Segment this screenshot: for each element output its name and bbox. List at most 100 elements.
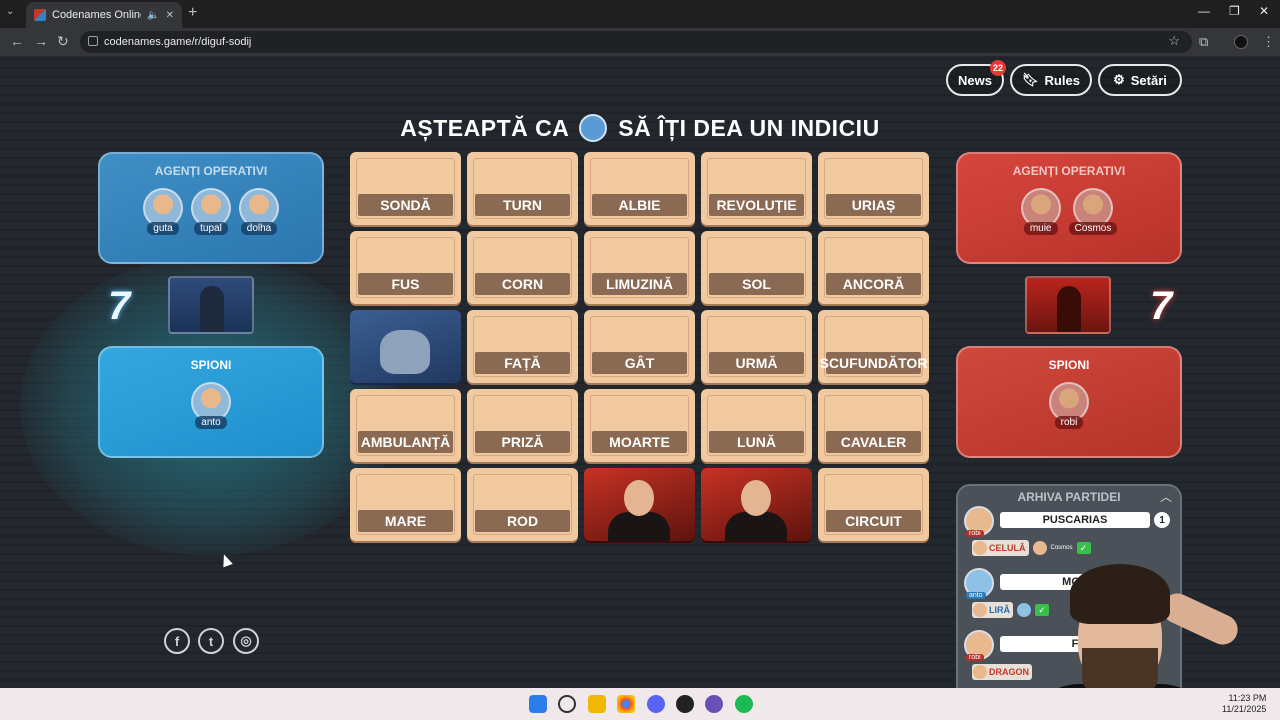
bookmark-star-icon[interactable]: ☆ <box>1168 33 1180 49</box>
twitter-icon[interactable]: t <box>198 628 224 654</box>
word-card[interactable]: CIRCUIT <box>818 468 929 541</box>
card-word: SCUFUNDĂTOR <box>820 352 927 374</box>
word-card[interactable]: URMĂ <box>701 310 812 383</box>
red-operatives-panel[interactable]: AGENȚI OPERATIVI muie Cosmos <box>956 152 1182 264</box>
browser-tabbar: ⌄ Codenames Online 🔈 ✕ + — ❐ ✕ <box>0 0 1280 28</box>
word-card[interactable]: FUS <box>350 231 461 304</box>
facebook-icon[interactable]: f <box>164 628 190 654</box>
file-explorer-icon[interactable] <box>588 695 606 713</box>
system-clock[interactable]: 11:23 PM 11/21/2025 <box>1222 693 1266 715</box>
word-card[interactable]: URIAȘ <box>818 152 929 225</box>
player-name: tupal <box>194 222 228 235</box>
news-label: News <box>958 72 992 88</box>
rules-label: Rules <box>1044 72 1080 88</box>
player-guta[interactable]: guta <box>143 188 183 235</box>
red-agent-head <box>624 480 654 516</box>
site-info-icon[interactable] <box>88 36 98 46</box>
url-field[interactable]: codenames.game/r/diguf-sodij ☆ <box>80 31 1192 53</box>
word-card[interactable]: GÂT <box>584 310 695 383</box>
red-agent-card <box>1025 276 1111 334</box>
word-card[interactable]: PRIZĂ <box>467 389 578 462</box>
word-card[interactable]: SCUFUNDĂTOR <box>818 310 929 383</box>
news-button[interactable]: News 22 <box>946 60 1006 96</box>
red-agent-body <box>608 512 670 541</box>
start-icon[interactable] <box>529 695 547 713</box>
player-robi[interactable]: robi <box>1049 382 1089 429</box>
new-tab-icon[interactable]: + <box>188 4 197 22</box>
word-card[interactable]: FAȚĂ <box>467 310 578 383</box>
reload-icon[interactable]: ↻ <box>57 33 69 50</box>
word-card[interactable]: SOL <box>701 231 812 304</box>
word-card[interactable]: REVOLUȚIE <box>701 152 812 225</box>
extensions-icon[interactable]: ⧉ <box>1199 34 1208 50</box>
clue-giver-name: anto <box>966 592 986 599</box>
tab-search-icon[interactable]: ⌄ <box>6 6 14 17</box>
card-word: PRIZĂ <box>475 431 570 453</box>
menu-icon[interactable]: ⋮ <box>1262 34 1275 50</box>
maximize-icon[interactable]: ❐ <box>1229 4 1240 18</box>
rules-button[interactable]: 🔖︎ Rules <box>1010 64 1092 96</box>
favicon-icon <box>34 9 46 21</box>
word-card[interactable]: ROD <box>467 468 578 541</box>
clock-time: 11:23 PM <box>1228 693 1267 703</box>
back-icon[interactable]: ← <box>10 33 24 49</box>
instagram-icon[interactable]: ◎ <box>233 628 259 654</box>
chrome-icon[interactable] <box>617 695 635 713</box>
profile-avatar[interactable] <box>1234 35 1248 49</box>
blue-agent-illustration <box>380 330 430 374</box>
headline-text-after: SĂ ÎȚI DEA UN INDICIU <box>618 115 880 141</box>
webcam-overlay <box>1010 564 1250 688</box>
player-dolha[interactable]: dolha <box>239 188 279 235</box>
card-word: SOL <box>709 273 804 295</box>
clue-giver-name: robi <box>966 530 984 537</box>
browser-tab[interactable]: Codenames Online 🔈 ✕ <box>26 2 182 28</box>
app-icon[interactable] <box>705 695 723 713</box>
word-card[interactable]: AMBULANȚĂ <box>350 389 461 462</box>
spotify-icon[interactable] <box>735 695 753 713</box>
guess-chip: LIRĂ <box>972 602 1013 618</box>
close-tab-icon[interactable]: ✕ <box>166 10 174 21</box>
settings-button[interactable]: ⚙ Setări <box>1098 64 1182 96</box>
card-word: TURN <box>475 194 570 216</box>
word-card[interactable] <box>350 310 461 383</box>
word-card[interactable]: MARE <box>350 468 461 541</box>
close-window-icon[interactable]: ✕ <box>1259 4 1269 18</box>
minimize-icon[interactable]: — <box>1198 4 1210 18</box>
word-card[interactable] <box>584 468 695 541</box>
clue-word: PUSCARIAS <box>1000 512 1150 528</box>
avatar <box>973 541 987 555</box>
word-card[interactable]: LUNĂ <box>701 389 812 462</box>
player-anto[interactable]: anto <box>191 382 231 429</box>
word-card[interactable]: TURN <box>467 152 578 225</box>
red-agent-head <box>741 480 771 516</box>
obs-icon[interactable] <box>676 695 694 713</box>
word-card[interactable]: ANCORĂ <box>818 231 929 304</box>
player-tupal[interactable]: tupal <box>191 188 231 235</box>
red-spies-title: SPIONI <box>1048 358 1090 372</box>
search-icon[interactable] <box>558 695 576 713</box>
word-card[interactable]: CAVALER <box>818 389 929 462</box>
discord-icon[interactable] <box>647 695 665 713</box>
player-cosmos[interactable]: Cosmos <box>1068 188 1118 235</box>
word-card[interactable] <box>701 468 812 541</box>
word-card[interactable]: CORN <box>467 231 578 304</box>
agent-figure <box>1057 286 1081 332</box>
blue-operatives-panel[interactable]: AGENȚI OPERATIVI guta tupal dolha <box>98 152 324 264</box>
headline-text-before: AȘTEAPTĂ CA <box>400 115 569 141</box>
bookmark-icon: 🔖︎ <box>1022 72 1039 87</box>
speaker-icon[interactable]: 🔈 <box>147 10 159 21</box>
word-card[interactable]: ALBIE <box>584 152 695 225</box>
word-card[interactable]: SONDĂ <box>350 152 461 225</box>
game-log-title: ARHIVA PARTIDEI <box>1017 490 1121 504</box>
blue-spymasters-panel[interactable]: SPIONI anto <box>98 346 324 458</box>
card-word: LUNĂ <box>709 431 804 453</box>
word-card[interactable]: LIMUZINĂ <box>584 231 695 304</box>
turn-headline: AȘTEAPTĂ CA SĂ ÎȚI DEA UN INDICIU <box>0 114 1280 142</box>
card-word: ALBIE <box>592 194 687 216</box>
forward-icon[interactable]: → <box>34 33 48 49</box>
word-card[interactable]: MOARTE <box>584 389 695 462</box>
red-spymasters-panel[interactable]: SPIONI robi <box>956 346 1182 458</box>
chevron-up-icon[interactable]: ︿ <box>1160 488 1172 505</box>
player-name: dolha <box>240 222 278 235</box>
player-muie[interactable]: muie <box>1020 188 1061 235</box>
